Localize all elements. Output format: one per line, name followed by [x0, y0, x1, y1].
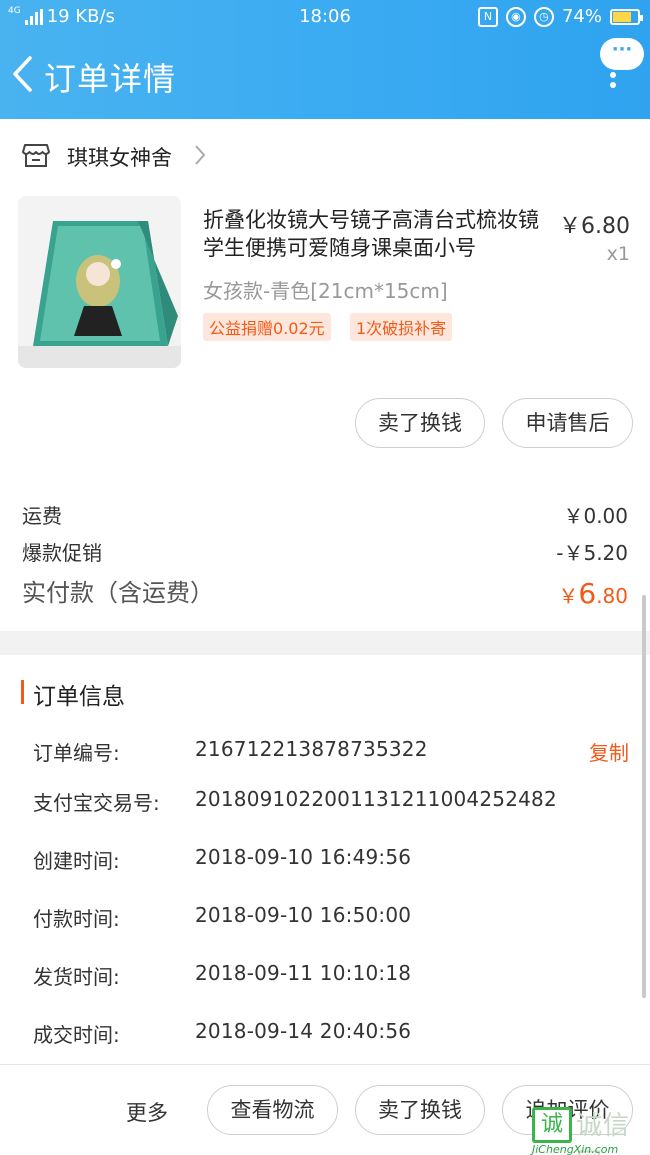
status-bar: 4G 19 KB/s 18:06 N ◉ ◷ 74%: [0, 0, 650, 34]
info-value: 2018091022001131211004252482: [195, 787, 557, 811]
info-value: 2018-09-10 16:50:00: [195, 903, 412, 927]
sell-button-bottom[interactable]: 卖了换钱: [355, 1085, 485, 1135]
total-label: 实付款（含运费）: [22, 579, 214, 607]
info-key: 成交时间:: [33, 1023, 120, 1047]
info-value: 216712213878735322: [195, 737, 428, 761]
info-key: 发货时间:: [33, 965, 120, 989]
more-button[interactable]: 更多: [126, 1097, 168, 1127]
shop-name: 琪琪女神舍: [67, 146, 172, 170]
scrollbar[interactable]: [642, 595, 646, 998]
store-icon: [22, 144, 50, 167]
product-sku: 女孩款-青色[21cm*15cm]: [203, 279, 448, 303]
alarm-icon: ◷: [533, 6, 554, 27]
page-title: 订单详情: [44, 60, 177, 98]
info-value: 2018-09-11 10:10:18: [195, 961, 412, 985]
promo-label: 爆款促销: [22, 541, 102, 565]
status-right: N ◉ ◷ 74%: [477, 6, 643, 27]
info-value: 2018-09-10 16:49:56: [195, 845, 412, 869]
site-watermark: 诚 诚信网 JiChengXin.com: [532, 1103, 650, 1155]
section-accent-bar: [21, 680, 24, 704]
info-key: 订单编号:: [33, 741, 120, 765]
shipping-label: 运费: [22, 504, 62, 528]
total-integer: 6: [578, 577, 597, 610]
product-image[interactable]: [18, 196, 181, 368]
battery-fill: [613, 11, 631, 22]
vertical-dots-icon: [610, 72, 616, 94]
watermark-logo-icon: 诚: [532, 1107, 572, 1143]
damage-resend-tag: 1次破损补寄: [350, 313, 453, 341]
product-photo: [18, 196, 181, 368]
info-key: 创建时间:: [33, 849, 120, 873]
back-button[interactable]: [10, 54, 36, 94]
section-divider: [0, 631, 650, 655]
watermark-url: JiChengXin.com: [532, 1143, 619, 1155]
chevron-right-icon: [195, 145, 206, 165]
rotation-lock-icon: ◉: [505, 6, 526, 27]
total-decimal: .80: [596, 584, 628, 608]
battery-icon: [610, 8, 643, 25]
info-key: 付款时间:: [33, 907, 120, 931]
product-quantity: x1: [606, 243, 630, 265]
product-price: ￥6.80: [559, 214, 630, 239]
chevron-left-icon: [13, 56, 32, 92]
product-title[interactable]: 折叠化妆镜大号镜子高清台式梳妆镜学生便携可爱随身课桌面小号: [203, 206, 553, 262]
info-value: 2018-09-14 20:40:56: [195, 1019, 412, 1043]
more-menu-button[interactable]: ···: [598, 38, 644, 98]
after-sale-button[interactable]: 申请售后: [502, 398, 633, 448]
battery-percent: 74%: [561, 6, 602, 27]
charity-tag: 公益捐赠0.02元: [203, 313, 331, 341]
app-header: 4G 19 KB/s 18:06 N ◉ ◷ 74% 订单详情 ···: [0, 0, 650, 119]
total-value: ￥6.80: [558, 577, 628, 610]
view-logistics-button[interactable]: 查看物流: [207, 1085, 338, 1135]
promo-value: -￥5.20: [556, 541, 628, 565]
bottom-action-bar: 更多 查看物流 卖了换钱 追加评价 诚 诚信网 JiChengXin.com: [0, 1064, 650, 1155]
shop-row[interactable]: 琪琪女神舍: [0, 130, 650, 180]
total-currency: ￥: [558, 584, 579, 608]
copy-button[interactable]: 复制: [589, 737, 629, 766]
info-key: 支付宝交易号:: [33, 791, 160, 815]
shipping-value: ￥0.00: [563, 504, 628, 528]
more-bubble: ···: [600, 38, 644, 70]
sell-button[interactable]: 卖了换钱: [355, 398, 485, 448]
vibrate-icon: N: [477, 6, 498, 27]
order-info-title: 订单信息: [33, 684, 125, 710]
